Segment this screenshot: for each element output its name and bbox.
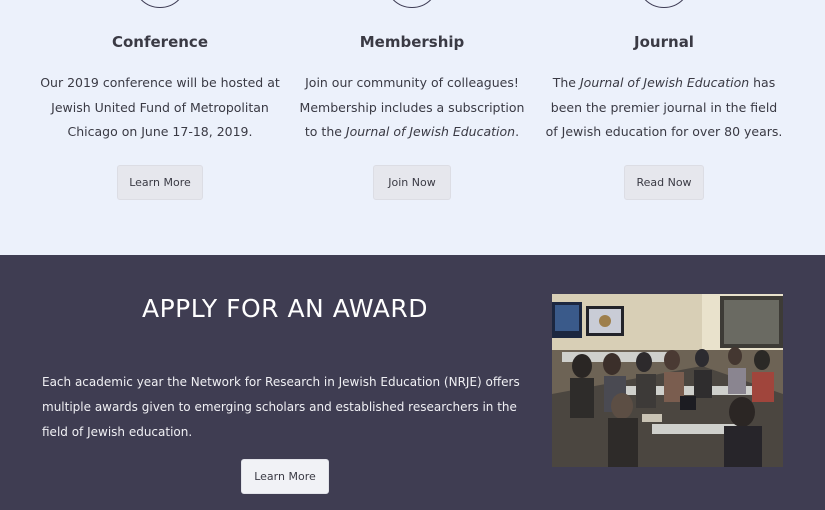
features-section: Conference Our 2019 conference will be h… [0,0,825,255]
membership-title: Membership [359,33,465,51]
journal-name: Journal of Jewish Education [579,75,750,90]
membership-desc-end: . [515,124,520,139]
membership-journal-name: Journal of Jewish Education [345,124,516,139]
award-description: Each academic year the Network for Resea… [42,375,520,439]
conference-learn-more-button[interactable]: Learn More [117,165,203,200]
membership-description: Join our community of colleagues! Member… [292,71,532,145]
award-section: APPLY FOR AN AWARD Each academic year th… [0,255,825,510]
conference-title: Conference [111,33,208,51]
award-heading: APPLY FOR AN AWARD [141,294,428,323]
award-learn-more-button[interactable]: Learn More [241,459,329,494]
classroom-photo [552,294,783,467]
journal-circle-icon [637,0,691,8]
membership-join-now-button[interactable]: Join Now [373,165,451,200]
conference-description: Our 2019 conference will be hosted at Je… [40,75,280,139]
journal-read-now-button[interactable]: Read Now [624,165,704,200]
journal-desc-start: The [552,75,580,90]
conference-circle-icon [133,0,187,8]
journal-title: Journal [634,33,694,51]
membership-circle-icon [385,0,439,8]
journal-description: The Journal of Jewish Education has been… [544,71,784,145]
